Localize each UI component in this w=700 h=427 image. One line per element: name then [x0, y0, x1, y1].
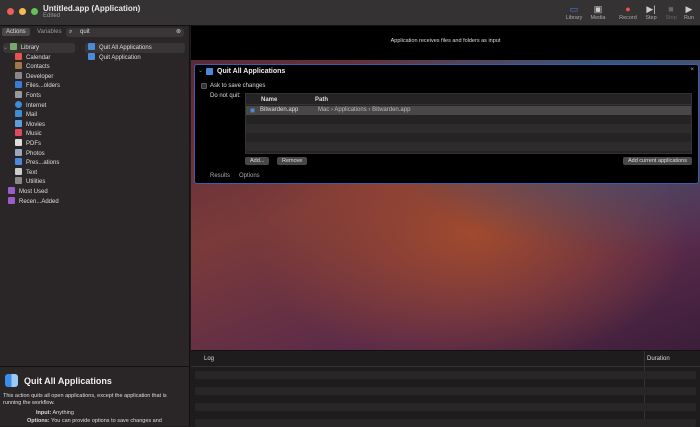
tab-options[interactable]: Options [239, 173, 260, 179]
library-panel: Actions Variables ⌕ quit ⊗ ⌄ Library Cal… [0, 26, 190, 426]
action-title: Quit All Applications [217, 68, 286, 75]
action-item[interactable]: Quit All Applications [85, 43, 185, 53]
library-item[interactable]: Mail [3, 110, 75, 120]
column-name[interactable]: Name [261, 97, 277, 103]
action-item[interactable]: Quit Application [85, 52, 185, 63]
row-name: Bitwarden.app [260, 107, 299, 113]
search-value: quit [80, 29, 90, 35]
run-button[interactable]: ▶ Run [676, 3, 700, 21]
close-action-icon[interactable]: × [690, 67, 694, 73]
record-label: Record [619, 15, 637, 21]
actions-list: Quit All Applications Quit Application [85, 43, 185, 62]
title-bar: Untitled.app (Application) Edited ▭ Libra… [0, 0, 700, 26]
action-quit-all-applications[interactable]: ⌄ Quit All Applications × Ask to save ch… [194, 64, 699, 184]
run-icon: ▶ [685, 4, 693, 14]
library-item[interactable]: Internet [3, 100, 75, 111]
library-item[interactable]: ⌄ Library [3, 43, 75, 53]
window-subtitle: Edited [43, 13, 61, 19]
media-icon: ▣ [593, 4, 603, 14]
table-row[interactable]: ◼ Bitwarden.app Mac › Applications › Bit… [246, 106, 691, 115]
library-tree: ⌄ Library Calendar Contacts Developer Fi… [3, 43, 75, 206]
library-item[interactable]: Utilities [3, 177, 75, 187]
sidebar-icon: ▭ [569, 4, 579, 14]
remove-button[interactable]: Remove [277, 157, 308, 165]
input-banner: Application receives files and folders a… [191, 26, 700, 60]
add-current-applications-button[interactable]: Add current applications [622, 157, 692, 165]
library-item[interactable]: Fonts [3, 90, 75, 101]
close-window-button[interactable] [7, 8, 14, 15]
library-item[interactable]: Pres...ations [3, 158, 75, 168]
clear-search-icon[interactable]: ⊗ [176, 28, 181, 37]
step-label: Step [645, 15, 657, 21]
ask-to-save-label: Ask to save changes [210, 83, 266, 89]
tab-variables[interactable]: Variables [33, 28, 66, 36]
library-item[interactable]: Files...olders [3, 81, 75, 91]
do-not-quit-table[interactable]: Name Path ◼ Bitwarden.app Mac › Applicat… [245, 93, 692, 154]
minimize-window-button[interactable] [19, 8, 26, 15]
library-label: Library [565, 15, 583, 21]
finder-icon [5, 374, 18, 387]
options-label: Options: [27, 418, 50, 424]
run-label: Run [683, 15, 695, 21]
input-value: Anything [52, 410, 74, 416]
window-title: Untitled.app (Application) [43, 4, 141, 13]
description-text: This action quits all open applications,… [3, 393, 167, 406]
media-label: Media [590, 15, 606, 21]
library-item[interactable]: Contacts [3, 62, 75, 72]
bitwarden-icon: ◼ [250, 108, 255, 114]
finder-icon [206, 68, 213, 75]
description-title: Quit All Applications [24, 376, 112, 386]
search-icon: ⌕ [69, 29, 73, 35]
library-item[interactable]: Text [3, 167, 75, 178]
library-item[interactable]: PDFs [3, 138, 75, 149]
options-value: You can provide options to save changes … [51, 418, 162, 424]
input-label: Input: [36, 410, 52, 416]
stop-label: Stop [665, 15, 677, 21]
search-input[interactable]: ⌕ quit ⊗ [66, 28, 184, 37]
zoom-window-button[interactable] [31, 8, 38, 15]
log-column[interactable]: Log [204, 356, 214, 362]
library-item[interactable]: Music [3, 129, 75, 139]
action-description: Quit All Applications This action quits … [0, 366, 190, 426]
column-path[interactable]: Path [315, 97, 328, 103]
tab-actions[interactable]: Actions [2, 28, 30, 36]
add-button[interactable]: Add... [245, 157, 270, 165]
duration-column[interactable]: Duration [647, 356, 670, 362]
library-item[interactable]: Developer [3, 71, 75, 82]
library-button[interactable]: ▭ Library [561, 3, 587, 21]
do-not-quit-label: Do not quit: [210, 93, 241, 99]
media-button[interactable]: ▣ Media [585, 3, 611, 21]
collapse-chevron-icon[interactable]: ⌄ [198, 67, 203, 74]
log-pane: Log Duration [191, 350, 700, 427]
library-item[interactable]: Recen...Added [3, 196, 75, 207]
ask-to-save-checkbox[interactable] [201, 83, 207, 89]
workflow-area: Application receives files and folders a… [191, 26, 700, 427]
row-path: Mac › Applications › Bitwarden.app [318, 107, 411, 113]
library-item[interactable]: Most Used [3, 186, 75, 197]
tab-results[interactable]: Results [210, 173, 230, 179]
library-item[interactable]: Movies [3, 119, 75, 130]
library-item[interactable]: Calendar [3, 52, 75, 63]
library-item[interactable]: Photos [3, 148, 75, 159]
